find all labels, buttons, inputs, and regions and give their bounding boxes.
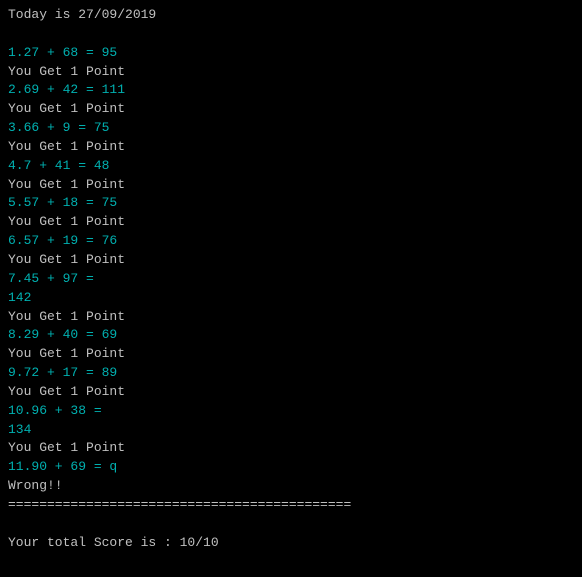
score-line: Your total Score is : 10/10	[8, 534, 574, 553]
dash-line: ----------------------------------	[8, 571, 574, 577]
point-4: You Get 1 Point	[8, 176, 574, 195]
date-line: Today is 27/09/2019	[8, 6, 574, 25]
terminal: Today is 27/09/2019 1.27 + 68 = 95 You G…	[0, 0, 582, 577]
problem-10a: 10.96 + 38 =	[8, 402, 574, 421]
problem-2: 2.69 + 42 = 111	[8, 81, 574, 100]
point-10: You Get 1 Point	[8, 439, 574, 458]
problem-3: 3.66 + 9 = 75	[8, 119, 574, 138]
problem-1: 1.27 + 68 = 95	[8, 44, 574, 63]
point-3: You Get 1 Point	[8, 138, 574, 157]
blank-line	[8, 25, 574, 44]
problem-6: 6.57 + 19 = 76	[8, 232, 574, 251]
separator-line: ========================================…	[8, 496, 574, 515]
blank-line-2	[8, 515, 574, 534]
problem-10b: 134	[8, 421, 574, 440]
point-7: You Get 1 Point	[8, 308, 574, 327]
problem-8: 8.29 + 40 = 69	[8, 326, 574, 345]
problem-9: 9.72 + 17 = 89	[8, 364, 574, 383]
point-1: You Get 1 Point	[8, 63, 574, 82]
problem-4: 4.7 + 41 = 48	[8, 157, 574, 176]
point-2: You Get 1 Point	[8, 100, 574, 119]
wrong-11: Wrong!!	[8, 477, 574, 496]
problem-11: 11.90 + 69 = q	[8, 458, 574, 477]
problem-7b: 142	[8, 289, 574, 308]
point-9: You Get 1 Point	[8, 383, 574, 402]
problem-7a: 7.45 + 97 =	[8, 270, 574, 289]
point-5: You Get 1 Point	[8, 213, 574, 232]
point-8: You Get 1 Point	[8, 345, 574, 364]
blank-line-3	[8, 552, 574, 571]
point-6: You Get 1 Point	[8, 251, 574, 270]
problem-5: 5.57 + 18 = 75	[8, 194, 574, 213]
